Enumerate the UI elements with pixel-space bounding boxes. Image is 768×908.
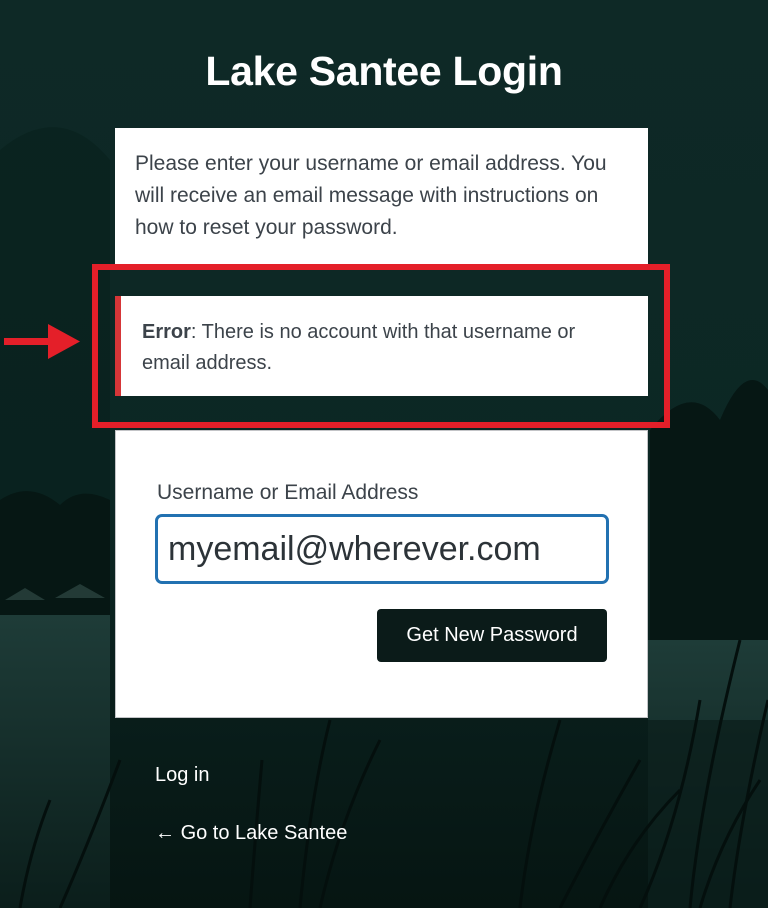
get-new-password-button[interactable]: Get New Password xyxy=(377,609,607,662)
login-link[interactable]: Log in xyxy=(155,764,210,787)
back-to-site-link[interactable]: ← Go to Lake Santee xyxy=(155,822,347,845)
back-to-site-label: Go to Lake Santee xyxy=(180,822,348,844)
lost-password-form: Username or Email Address Get New Passwo… xyxy=(115,430,648,718)
reset-instructions-message: Please enter your username or email addr… xyxy=(115,128,648,264)
username-email-input[interactable] xyxy=(156,515,608,583)
arrow-right-icon xyxy=(4,324,80,359)
arrow-left-icon: ← xyxy=(155,822,175,844)
annotation-highlight-box xyxy=(92,264,670,428)
page-title: Lake Santee Login xyxy=(205,48,563,94)
username-email-label: Username or Email Address xyxy=(157,481,419,504)
